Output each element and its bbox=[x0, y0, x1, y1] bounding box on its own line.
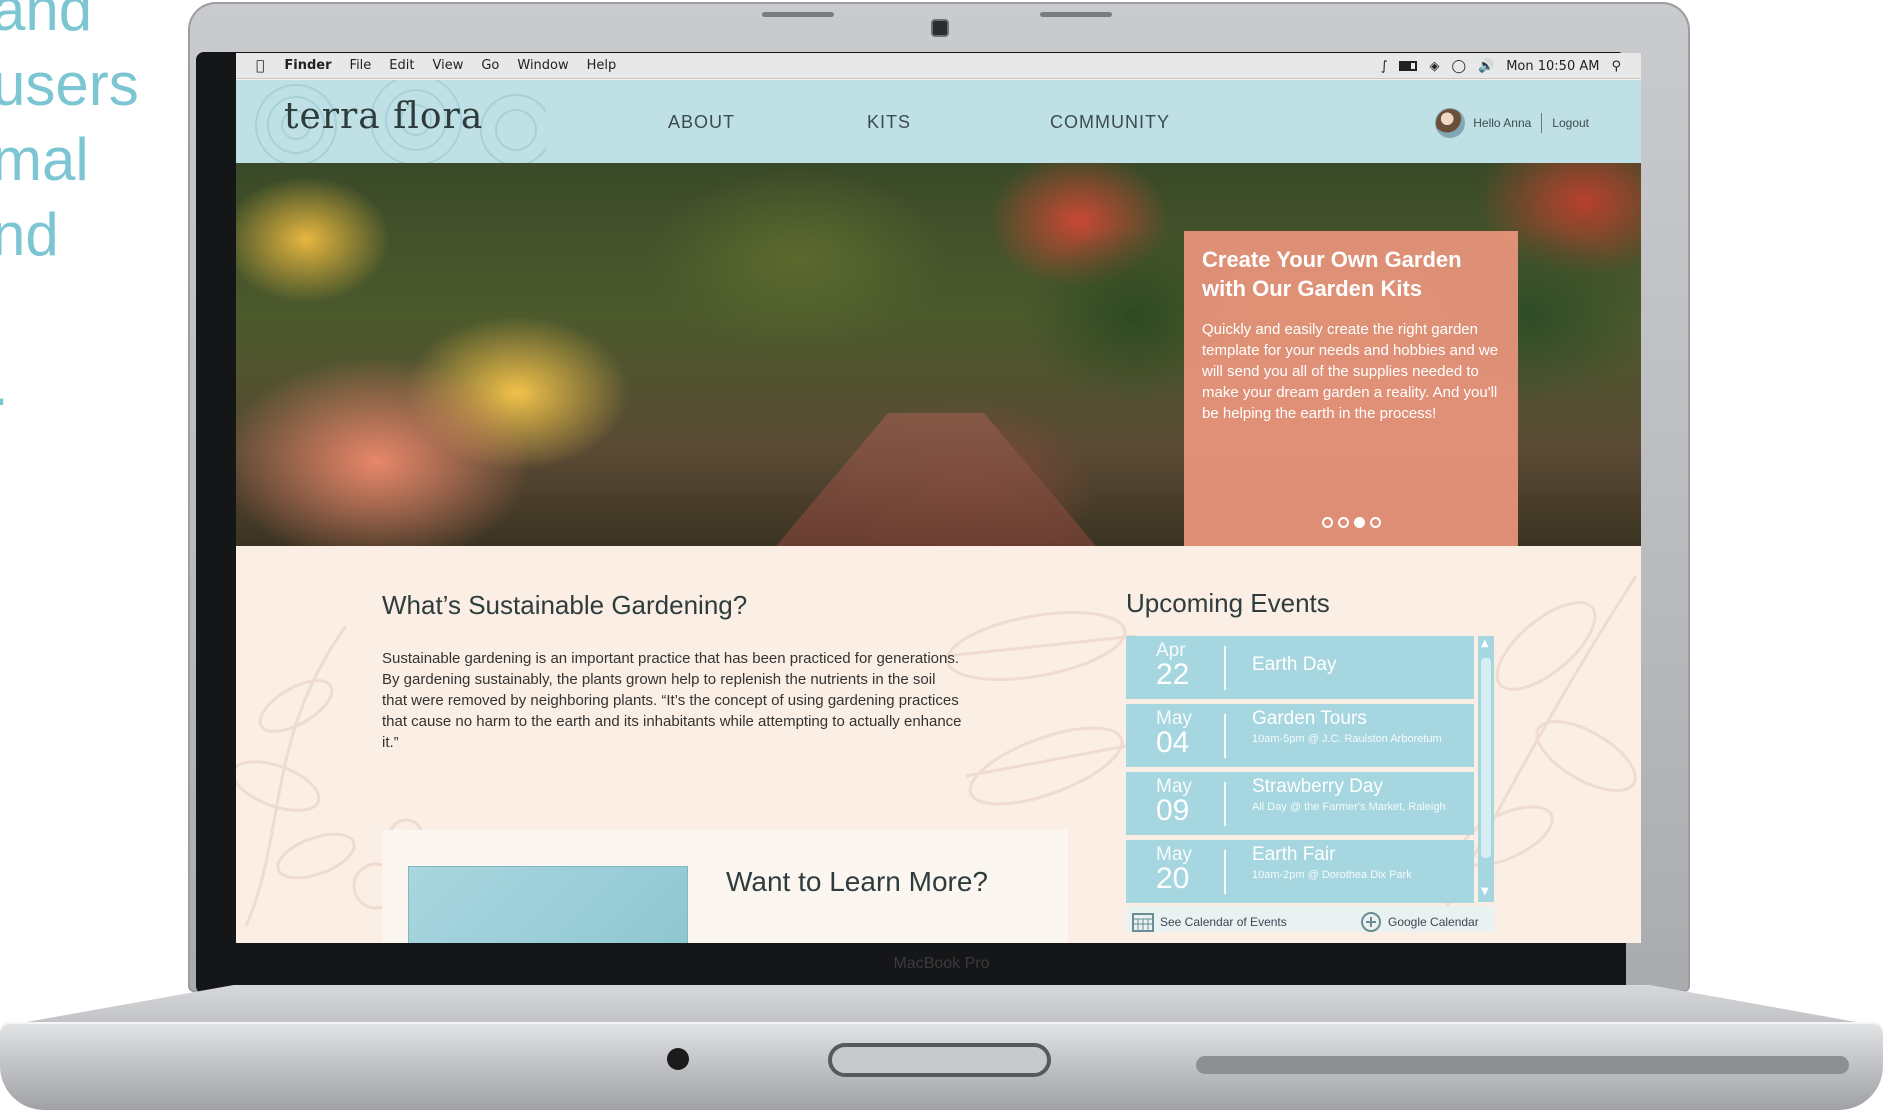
event-detail: 10am-5pm @ J.C. Raulston Arboretum bbox=[1252, 733, 1442, 745]
logout-link[interactable]: Logout bbox=[1552, 116, 1589, 130]
menu-go[interactable]: Go bbox=[481, 58, 499, 73]
lid-slot bbox=[1040, 12, 1112, 17]
event-day: 22 bbox=[1156, 658, 1190, 691]
hero-card: Create Your Own Garden with Our Garden K… bbox=[1184, 231, 1518, 546]
events-title: Upcoming Events bbox=[1126, 588, 1330, 618]
page: and users mal nd . MacBook Pro  Finder … bbox=[0, 0, 1883, 1113]
spotlight-search-icon[interactable]: ⚲ bbox=[1611, 59, 1621, 74]
nav-about[interactable]: ABOUT bbox=[668, 112, 735, 133]
scroll-down-icon[interactable]: ▼ bbox=[1481, 886, 1489, 897]
google-calendar-link[interactable]: Google Calendar bbox=[1360, 912, 1479, 932]
hero-text: Quickly and easily create the right gard… bbox=[1202, 321, 1499, 422]
mac-menubar:  Finder File Edit View Go Window Help ∫… bbox=[236, 53, 1641, 79]
scroll-up-icon[interactable]: ▲ bbox=[1481, 638, 1489, 649]
events-scroll-thumb[interactable] bbox=[1481, 658, 1491, 858]
event-day: 04 bbox=[1156, 726, 1190, 759]
event-name: Strawberry Day bbox=[1252, 776, 1383, 797]
carousel-dots bbox=[1184, 517, 1518, 528]
side-caption-line bbox=[0, 272, 162, 347]
site-header: terra flora ABOUT KITS COMMUNITY Hello A… bbox=[236, 80, 1641, 163]
learn-more-card: Want to Learn More? bbox=[382, 830, 1068, 943]
events-list: Apr 22 Earth Day May 04 Garden Tours 10a… bbox=[1126, 636, 1494, 933]
site-logo[interactable]: terra flora bbox=[284, 96, 483, 137]
sleep-led bbox=[667, 1048, 689, 1070]
side-caption-line: . bbox=[0, 347, 162, 422]
laptop-brand: MacBook Pro bbox=[893, 955, 990, 972]
calendar-icon bbox=[1132, 913, 1154, 932]
avatar[interactable] bbox=[1435, 108, 1466, 138]
learn-more-title: Want to Learn More? bbox=[726, 866, 988, 897]
battery-icon[interactable] bbox=[1399, 61, 1418, 71]
divider bbox=[1224, 850, 1226, 894]
carousel-dot[interactable] bbox=[1337, 517, 1349, 528]
menu-view[interactable]: View bbox=[432, 58, 463, 73]
side-caption-line: and bbox=[0, 0, 93, 43]
camera-icon bbox=[931, 19, 949, 37]
divider bbox=[1224, 782, 1226, 826]
event-day: 09 bbox=[1156, 794, 1190, 827]
events-footer: See Calendar of Events Google Calendar bbox=[1126, 906, 1494, 932]
event-name: Earth Fair bbox=[1252, 844, 1336, 865]
google-calendar-label: Google Calendar bbox=[1388, 915, 1479, 929]
menubar-status: ∫ ◈ ◯ 🔊 Mon 10:50 AM ⚲ bbox=[1381, 53, 1621, 79]
user-greeting[interactable]: Hello Anna bbox=[1473, 116, 1531, 130]
side-caption-line: users bbox=[0, 51, 139, 118]
event-item[interactable]: May 09 Strawberry Day All Day @ the Farm… bbox=[1126, 772, 1474, 835]
menu-help[interactable]: Help bbox=[587, 58, 617, 73]
event-day: 20 bbox=[1156, 862, 1190, 895]
speaker-grill bbox=[1196, 1056, 1849, 1074]
wifi-icon[interactable]: ◈ bbox=[1429, 59, 1439, 74]
side-caption: and users mal nd . bbox=[0, 0, 162, 422]
calendar-link[interactable]: See Calendar of Events bbox=[1132, 912, 1287, 932]
main-content: What’s Sustainable Gardening? Sustainabl… bbox=[236, 546, 1641, 943]
article-title: What’s Sustainable Gardening? bbox=[382, 590, 748, 620]
calendar-link-label: See Calendar of Events bbox=[1160, 915, 1287, 929]
bluetooth-icon[interactable]: ∫ bbox=[1381, 59, 1388, 74]
event-detail: All Day @ the Farmer's Market, Raleigh bbox=[1252, 801, 1446, 813]
event-item[interactable]: Apr 22 Earth Day bbox=[1126, 636, 1474, 699]
nav-community[interactable]: COMMUNITY bbox=[1050, 112, 1170, 133]
nav-kits[interactable]: KITS bbox=[867, 112, 911, 133]
learn-more-image[interactable] bbox=[408, 866, 688, 943]
event-item[interactable]: May 20 Earth Fair 10am-2pm @ Dorothea Di… bbox=[1126, 840, 1474, 903]
event-detail: 10am-2pm @ Dorothea Dix Park bbox=[1252, 869, 1412, 881]
divider bbox=[1224, 714, 1226, 758]
menu-edit[interactable]: Edit bbox=[389, 58, 414, 73]
event-name: Earth Day bbox=[1252, 654, 1337, 675]
side-caption-line: nd bbox=[0, 201, 59, 268]
menu-file[interactable]: File bbox=[350, 58, 372, 73]
menu-finder[interactable]: Finder bbox=[284, 58, 331, 73]
clock[interactable]: Mon 10:50 AM bbox=[1506, 59, 1599, 74]
latch-button bbox=[828, 1043, 1051, 1077]
laptop-screen:  Finder File Edit View Go Window Help ∫… bbox=[236, 53, 1641, 943]
carousel-dot[interactable] bbox=[1321, 517, 1333, 528]
article-body: Sustainable gardening is an important pr… bbox=[382, 650, 962, 751]
volume-icon[interactable]: 🔊 bbox=[1478, 59, 1494, 74]
laptop-keyboard-deck bbox=[10, 985, 1873, 1025]
garden-path bbox=[776, 413, 1096, 546]
divider bbox=[1541, 113, 1543, 133]
lid-slot bbox=[762, 12, 834, 17]
add-circle-icon bbox=[1361, 912, 1381, 932]
apple-menu-icon[interactable]:  bbox=[256, 58, 264, 74]
event-item[interactable]: May 04 Garden Tours 10am-5pm @ J.C. Raul… bbox=[1126, 704, 1474, 767]
user-menu: Hello Anna Logout bbox=[1435, 108, 1589, 138]
hero-banner: Create Your Own Garden with Our Garden K… bbox=[236, 163, 1641, 546]
timemachine-icon[interactable]: ◯ bbox=[1451, 59, 1466, 74]
side-caption-line: mal bbox=[0, 126, 89, 193]
carousel-dot[interactable] bbox=[1369, 517, 1381, 528]
divider bbox=[1224, 646, 1226, 690]
menu-window[interactable]: Window bbox=[517, 58, 568, 73]
carousel-dot-active[interactable] bbox=[1353, 517, 1365, 528]
hero-title: Create Your Own Garden with Our Garden K… bbox=[1202, 247, 1462, 301]
event-name: Garden Tours bbox=[1252, 708, 1367, 729]
